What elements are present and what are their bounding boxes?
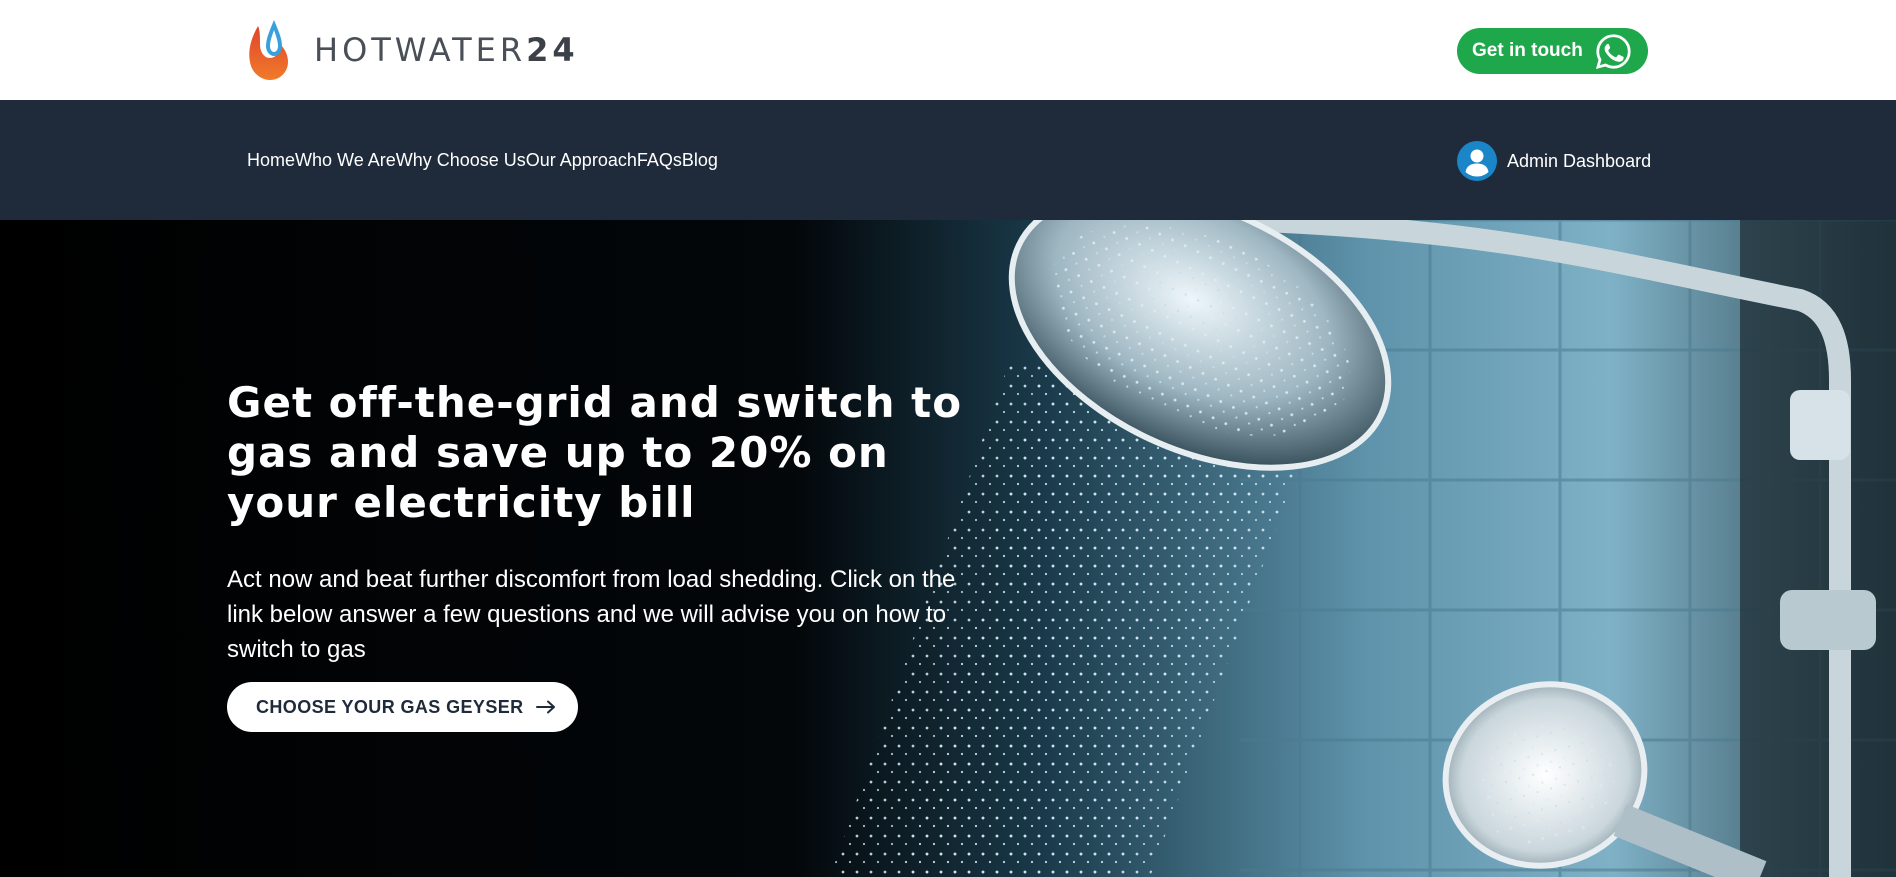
nav-list: Home Who We Are Why Choose Us Our Approa… (247, 100, 718, 220)
get-in-touch-label: Get in touch (1472, 40, 1583, 61)
flame-drop-logo-icon (249, 20, 288, 80)
logo[interactable]: HOTWATER24 (246, 18, 579, 82)
nav-item-who-we-are[interactable]: Who We Are (295, 150, 396, 170)
nav-item-faqs[interactable]: FAQs (637, 150, 682, 170)
logo-number: 24 (526, 31, 579, 69)
arrow-right-icon (535, 700, 555, 714)
logo-wordmark: HOTWATER24 (314, 31, 579, 69)
whatsapp-icon (1595, 34, 1631, 70)
main-nav: Home Who We Are Why Choose Us Our Approa… (0, 100, 1896, 220)
get-in-touch-button[interactable]: Get in touch (1457, 28, 1648, 74)
hero-subtitle: Act now and beat further discomfort from… (227, 566, 956, 663)
nav-item-blog[interactable]: Blog (682, 150, 718, 170)
hero-section: Get off-the-grid and switch to gas and s… (0, 220, 1896, 877)
user-icon (1457, 141, 1497, 181)
top-header: HOTWATER24 Get in touch (0, 0, 1896, 100)
nav-item-why-choose-us[interactable]: Why Choose Us (396, 150, 526, 170)
nav-item-our-approach[interactable]: Our Approach (526, 150, 637, 170)
choose-gas-geyser-button[interactable]: CHOOSE YOUR GAS GEYSER (227, 682, 578, 732)
hero-title: Get off-the-grid and switch to gas and s… (227, 378, 963, 527)
choose-gas-geyser-label: CHOOSE YOUR GAS GEYSER (256, 696, 524, 717)
admin-dashboard-label: Admin Dashboard (1507, 150, 1652, 171)
hero-content: Get off-the-grid and switch to gas and s… (227, 378, 967, 732)
nav-item-home[interactable]: Home (247, 150, 295, 170)
logo-word: HOTWATER (314, 31, 527, 69)
admin-dashboard-link[interactable]: Admin Dashboard (1457, 141, 1651, 181)
